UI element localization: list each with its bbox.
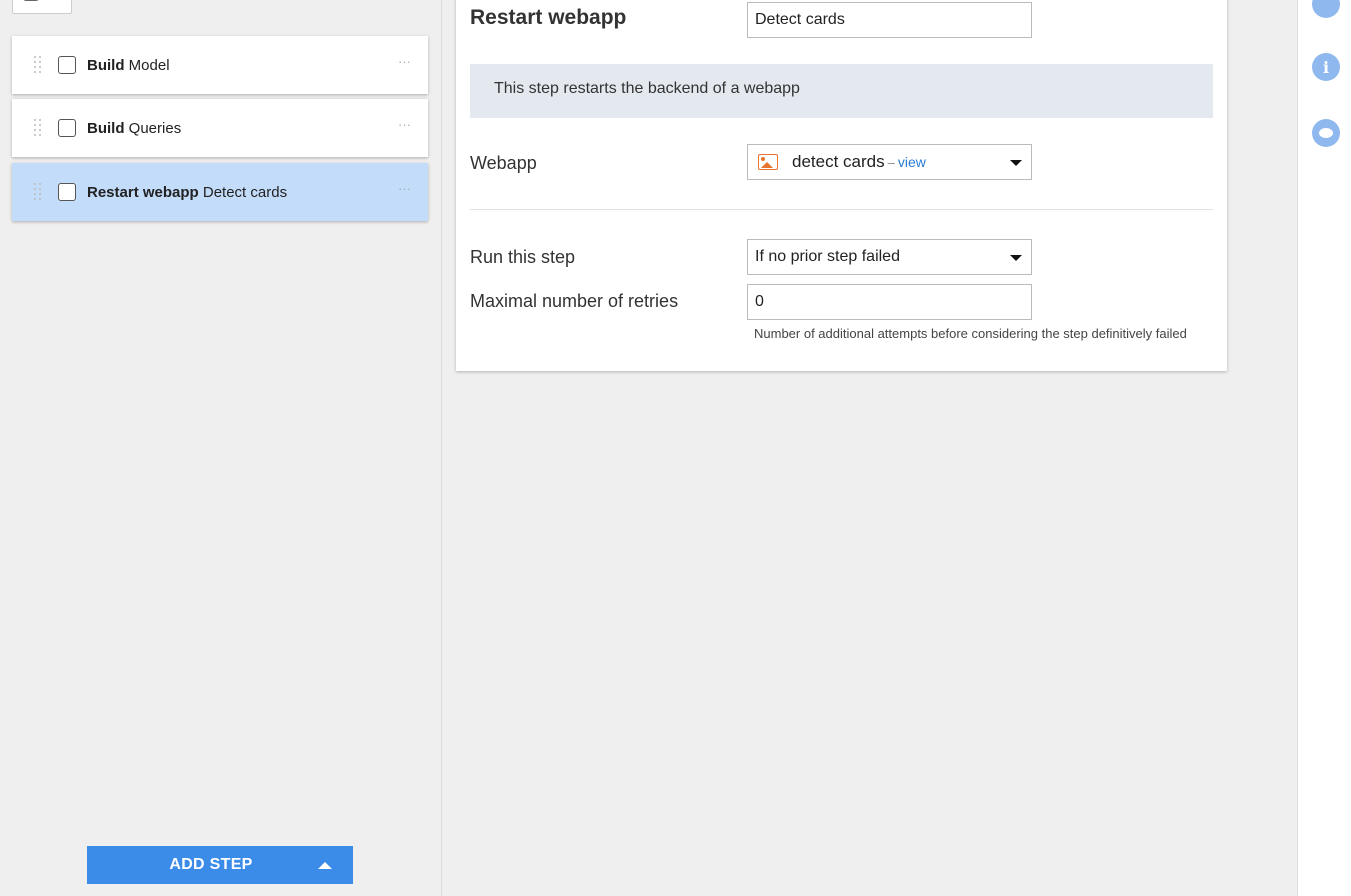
webapp-name: detect cards xyxy=(792,152,885,171)
dropdown-caret-icon xyxy=(1010,255,1022,261)
retries-label: Maximal number of retries xyxy=(470,291,679,311)
add-step-label: ADD STEP xyxy=(169,856,253,873)
step-name-input[interactable] xyxy=(747,2,1032,38)
step-name: Queries xyxy=(128,119,182,137)
step-type: Build xyxy=(87,56,125,74)
run-condition-label: Run this step xyxy=(470,247,576,267)
right-rail: i xyxy=(1297,0,1351,896)
step-item[interactable]: Build Model ··· xyxy=(12,36,428,94)
step-checkbox[interactable] xyxy=(58,56,76,74)
step-item[interactable]: Build Queries ··· xyxy=(12,99,428,157)
select-all-checkbox[interactable] xyxy=(12,0,72,14)
drag-handle-icon[interactable] xyxy=(34,181,42,203)
drag-handle-icon[interactable] xyxy=(34,117,42,139)
run-condition-value: If no prior step failed xyxy=(755,248,900,265)
step-checkbox[interactable] xyxy=(58,119,76,137)
step-name: Model xyxy=(128,56,170,74)
step-label: Build Queries xyxy=(87,120,181,137)
step-name: Detect cards xyxy=(202,183,288,201)
step-type: Restart webapp xyxy=(87,183,199,201)
step-detail-card: Restart webapp This step restarts the ba… xyxy=(456,0,1227,371)
step-description: This step restarts the backend of a weba… xyxy=(470,64,1213,118)
step-label: Restart webapp Detect cards xyxy=(87,184,287,201)
more-icon[interactable]: ··· xyxy=(398,117,411,132)
step-type: Build xyxy=(87,119,125,137)
run-condition-select[interactable]: If no prior step failed xyxy=(747,239,1032,275)
info-icon[interactable]: i xyxy=(1312,53,1340,81)
retries-help-text: Number of additional attempts before con… xyxy=(754,326,1187,341)
more-icon[interactable]: ··· xyxy=(398,181,411,196)
more-icon[interactable]: ··· xyxy=(398,54,411,69)
dropdown-caret-icon xyxy=(1010,160,1022,166)
drag-handle-icon[interactable] xyxy=(34,54,42,76)
divider xyxy=(470,209,1213,210)
steps-panel: Build Model ··· Build Queries ··· Restar… xyxy=(0,0,442,896)
retries-input[interactable] xyxy=(747,284,1032,320)
step-checkbox[interactable] xyxy=(58,183,76,201)
step-label: Build Model xyxy=(87,57,170,74)
add-step-button[interactable]: ADD STEP xyxy=(87,846,353,884)
chat-icon[interactable] xyxy=(1312,119,1340,147)
step-type-title: Restart webapp xyxy=(470,6,627,29)
image-icon xyxy=(758,154,778,170)
add-icon[interactable] xyxy=(1312,0,1340,18)
webapp-select[interactable]: detect cards – view xyxy=(747,144,1032,180)
step-item-selected[interactable]: Restart webapp Detect cards ··· xyxy=(12,163,428,221)
webapp-label: Webapp xyxy=(470,153,537,173)
caret-up-icon xyxy=(318,862,332,869)
webapp-dash: – xyxy=(887,154,895,170)
webapp-view-link[interactable]: view xyxy=(898,154,926,170)
